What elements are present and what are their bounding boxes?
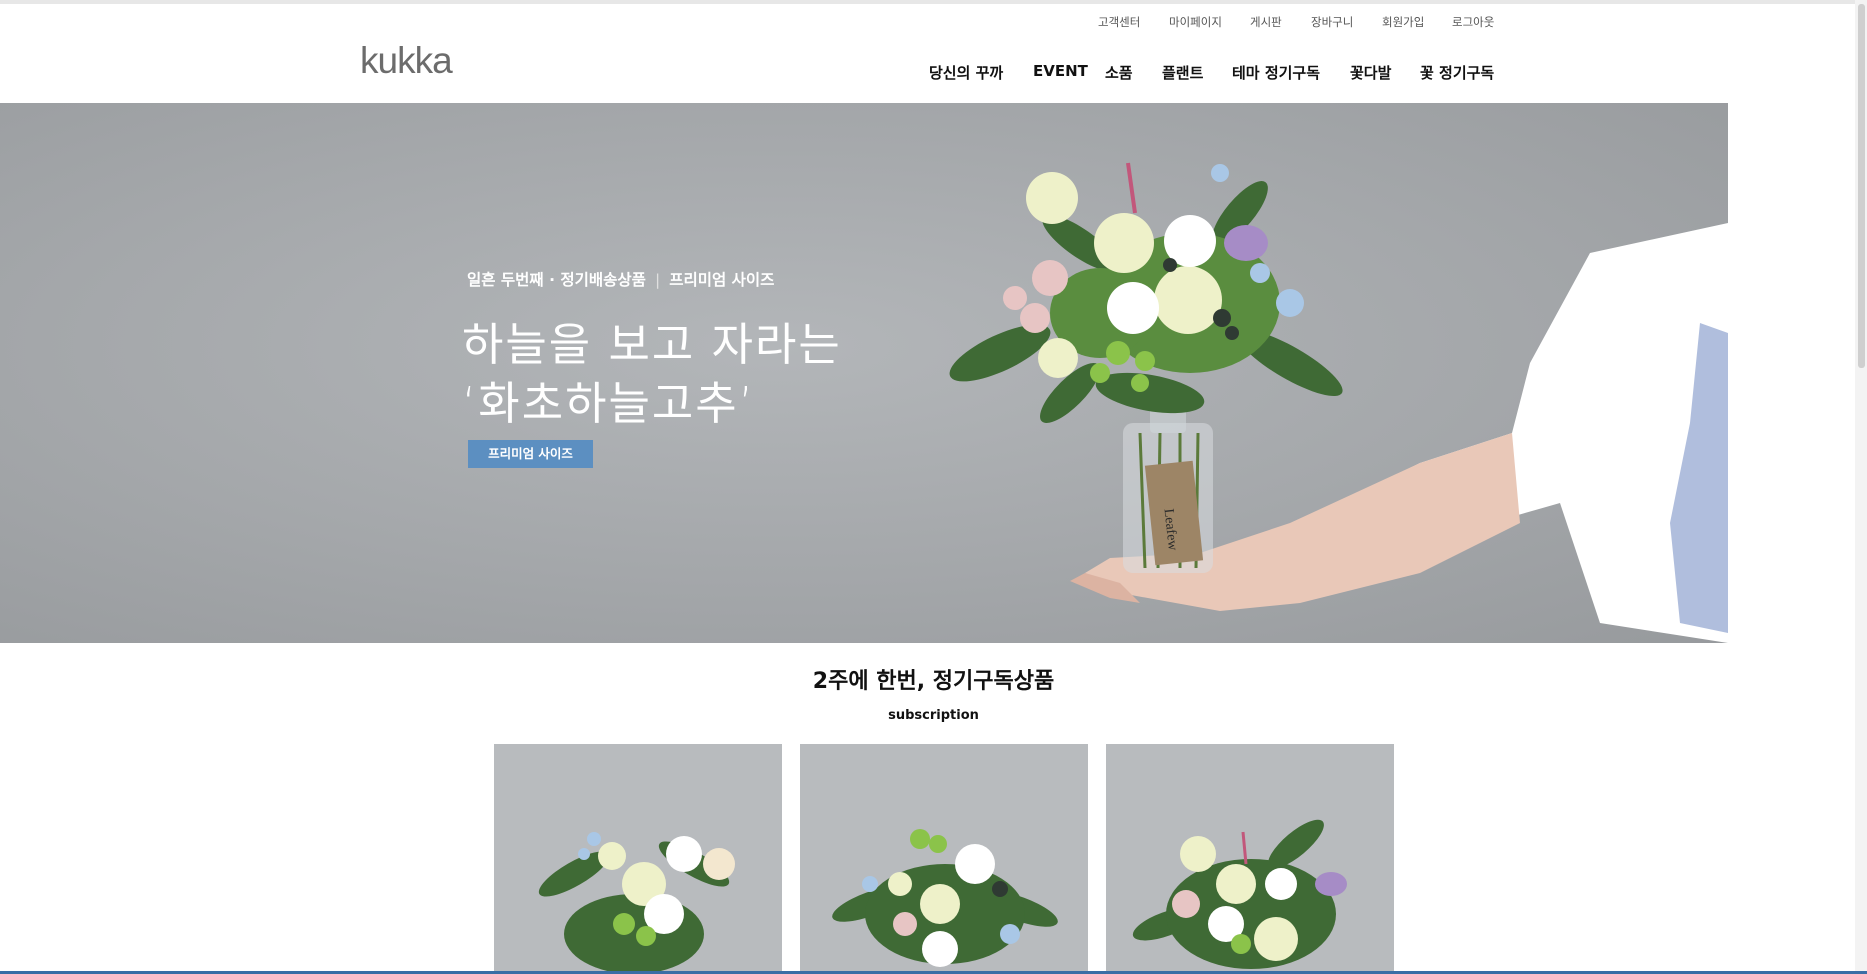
util-link-logout[interactable]: 로그아웃 bbox=[1452, 14, 1494, 30]
section-subtitle: subscription bbox=[888, 708, 979, 723]
hero-sub-left: 일흔 두번째 · 정기배송상품 bbox=[467, 271, 646, 289]
hero-premium-size-button[interactable]: 프리미엄 사이즈 bbox=[468, 440, 593, 468]
hero-banner[interactable]: Leafew 일흔 두번째 · 정기배송상품 | 프리미엄 사이즈 하늘을 보고… bbox=[0, 103, 1728, 643]
section-title: 2주에 한번, 정기구독상품 bbox=[812, 669, 1055, 694]
util-link-mypage[interactable]: 마이페이지 bbox=[1169, 14, 1222, 30]
utility-nav: 고객센터 마이페이지 게시판 장바구니 회원가입 로그아웃 bbox=[0, 14, 1867, 32]
product-card-list bbox=[0, 744, 1867, 974]
product-card[interactable] bbox=[494, 744, 782, 972]
product-card-image bbox=[832, 829, 1058, 967]
util-link-signup[interactable]: 회원가입 bbox=[1382, 14, 1424, 30]
product-card[interactable] bbox=[800, 744, 1088, 972]
nav-item-goods[interactable]: 소품 bbox=[1105, 62, 1133, 83]
hero-title-line2: ‘화초하늘고추’ bbox=[462, 377, 756, 430]
hero-subtitle: 일흔 두번째 · 정기배송상품 | 프리미엄 사이즈 bbox=[467, 268, 774, 290]
product-card-image bbox=[538, 832, 735, 972]
nav-item-plant[interactable]: 플랜트 bbox=[1162, 62, 1203, 83]
hero-title-line1: 하늘을 보고 자라는 bbox=[462, 318, 842, 371]
hero-sub-separator: | bbox=[654, 271, 661, 289]
product-card-image bbox=[1132, 819, 1347, 969]
util-link-cart[interactable]: 장바구니 bbox=[1311, 14, 1353, 30]
nav-item-event[interactable]: EVENT bbox=[1033, 62, 1088, 80]
util-link-customer-center[interactable]: 고객센터 bbox=[1098, 14, 1140, 30]
top-border bbox=[0, 0, 1867, 4]
nav-item-flower-subscription[interactable]: 꽃 정기구독 bbox=[1420, 62, 1494, 83]
hero-sub-right: 프리미엄 사이즈 bbox=[669, 271, 775, 289]
nav-item-your-kukka[interactable]: 당신의 꾸까 bbox=[929, 62, 1003, 83]
main-nav: 당신의 꾸까 EVENT 소품 플랜트 테마 정기구독 꽃다발 꽃 정기구독 bbox=[0, 62, 1867, 84]
scrollbar-thumb[interactable] bbox=[1858, 4, 1865, 368]
hero-bouquet-image: Leafew bbox=[949, 162, 1728, 643]
product-card[interactable] bbox=[1106, 744, 1394, 972]
nav-item-bouquet[interactable]: 꽃다발 bbox=[1350, 62, 1391, 83]
nav-item-theme-subscription[interactable]: 테마 정기구독 bbox=[1232, 62, 1320, 83]
util-link-board[interactable]: 게시판 bbox=[1250, 14, 1282, 30]
